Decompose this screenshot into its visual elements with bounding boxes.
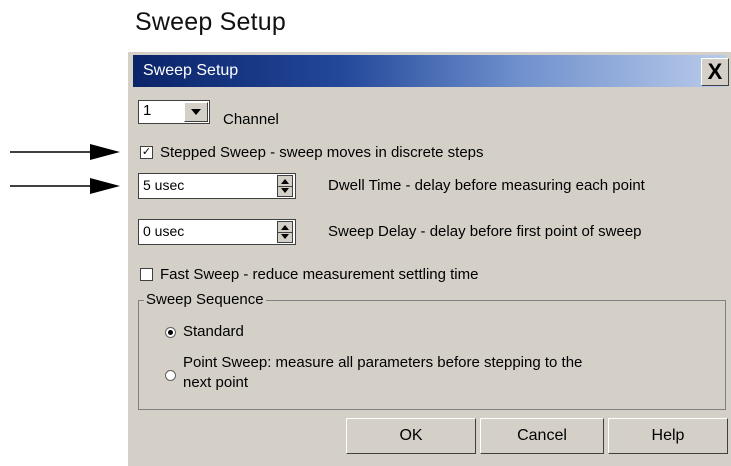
channel-label: Channel [223, 111, 279, 128]
standard-label[interactable]: Standard [183, 323, 244, 340]
sweep-delay-spinner[interactable] [277, 221, 293, 243]
dwell-time-value: 5 usec [143, 177, 185, 193]
sweep-sequence-legend: Sweep Sequence [144, 291, 266, 308]
ok-button[interactable]: OK [346, 418, 476, 454]
stepped-sweep-checkbox[interactable]: ✓ [140, 146, 153, 159]
dwell-time-input[interactable]: 5 usec [138, 173, 296, 199]
spin-down-icon[interactable] [281, 234, 289, 239]
sweep-sequence-group: Sweep Sequence Standard Point Sweep: mea… [138, 291, 726, 410]
fast-sweep-label[interactable]: Fast Sweep - reduce measurement settling… [160, 266, 478, 283]
spin-up-icon[interactable] [281, 225, 289, 230]
arrow-to-dwell-time-icon [10, 178, 120, 194]
dialog-title: Sweep Setup [143, 62, 239, 79]
fast-sweep-checkbox[interactable] [140, 268, 153, 281]
close-button[interactable]: X [701, 58, 729, 86]
chevron-down-icon[interactable] [184, 102, 208, 122]
page-heading: Sweep Setup [135, 8, 286, 36]
sweep-delay-input[interactable]: 0 usec [138, 219, 296, 245]
spin-up-icon[interactable] [281, 179, 289, 184]
cancel-button[interactable]: Cancel [480, 418, 604, 454]
stepped-sweep-label[interactable]: Stepped Sweep - sweep moves in discrete … [160, 144, 484, 161]
dwell-time-spinner[interactable] [277, 175, 293, 197]
sweep-delay-value: 0 usec [143, 223, 185, 239]
dialog-titlebar[interactable]: Sweep Setup X [133, 55, 729, 87]
spin-down-icon[interactable] [281, 188, 289, 193]
point-sweep-label-line1[interactable]: Point Sweep: measure all parameters befo… [183, 354, 582, 371]
sweep-delay-label: Sweep Delay - delay before first point o… [328, 223, 642, 240]
point-sweep-radio[interactable] [165, 370, 176, 381]
channel-select[interactable]: 1 [138, 100, 210, 124]
point-sweep-label-line2[interactable]: next point [183, 374, 248, 391]
dwell-time-label: Dwell Time - delay before measuring each… [328, 177, 645, 194]
channel-value: 1 [143, 102, 152, 119]
standard-radio[interactable] [165, 327, 176, 338]
arrow-to-stepped-sweep-icon [10, 144, 120, 160]
help-button[interactable]: Help [608, 418, 728, 454]
sweep-setup-dialog: Sweep Setup X 1 Channel ✓ Stepped Sweep … [128, 52, 731, 466]
